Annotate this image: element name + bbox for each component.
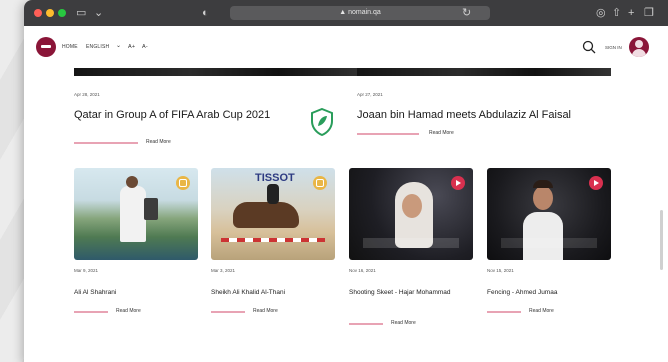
site-header: HOME ENGLISH ⌄ A+ A- SIGN IN [24,26,668,68]
athlete-face [533,186,553,210]
read-more-accent [349,323,383,325]
font-increase-button[interactable]: A+ [128,44,135,50]
card-date: Nov 16, 2021 [349,268,376,273]
play-icon[interactable] [589,176,603,190]
card-date: Mar 3, 2021 [211,268,236,273]
featured-date: Apr 28, 2021 [74,92,100,97]
font-decrease-button[interactable]: A- [142,44,148,50]
privacy-shield-icon[interactable]: ◐ [202,7,209,19]
card-image[interactable] [74,168,198,260]
read-more-link[interactable]: Read More [253,308,278,314]
tab-overview-icon[interactable]: ❐ [644,7,654,19]
horse-figure [233,202,299,228]
reload-icon[interactable]: ↻ [462,7,471,19]
featured-image-right[interactable] [357,68,611,76]
video-caption-bar [501,238,597,248]
search-icon[interactable] [581,39,597,55]
athlete-head [126,176,138,188]
download-icon[interactable]: ◎ [596,7,606,19]
featured-date: Apr 27, 2021 [357,92,383,97]
card-image[interactable]: TISSOT [211,168,335,260]
read-more-accent [357,133,419,135]
read-more-accent [74,311,108,313]
share-icon[interactable]: ⇧ [612,7,621,19]
read-more-link[interactable]: Read More [529,308,554,314]
read-more-link[interactable]: Read More [146,139,171,145]
sign-in-link[interactable]: SIGN IN [605,45,622,50]
athlete-figure [120,186,146,242]
user-avatar[interactable] [629,37,649,57]
read-more-link[interactable]: Read More [116,308,141,314]
card-title[interactable]: Sheikh Ali Khalid Al-Thani [211,288,335,298]
gallery-icon [313,176,327,190]
browser-toolbar: ▭ ⌄ ◐ ▲ nomain.qa ↻ ◎ ⇧ + ❐ [24,0,668,26]
sponsor-sign: TISSOT [255,172,295,184]
chevron-down-icon[interactable]: ⌄ [94,7,103,19]
trophy [144,198,158,220]
sidebar-toggle-icon[interactable]: ▭ [76,7,86,19]
read-more-accent [211,311,245,313]
card-title[interactable]: Ali Al Shahrani [74,288,198,298]
close-window-button[interactable] [34,9,42,17]
read-more-accent [74,142,138,144]
language-selector[interactable]: ENGLISH [86,44,109,50]
athlete-figure [523,212,563,260]
nav-home[interactable]: HOME [62,44,78,50]
card-title[interactable]: Shooting Skeet - Hajar Mohammad [349,288,459,298]
video-caption-bar [363,238,459,248]
rider-figure [267,184,279,204]
read-more-link[interactable]: Read More [391,320,416,326]
read-more-link[interactable]: Read More [429,130,454,136]
card-title[interactable]: Fencing - Ahmed Jumaa [487,288,611,298]
athlete-hair [533,180,553,188]
address-bar[interactable]: ▲ nomain.qa [230,6,490,20]
address-text: ▲ nomain.qa [339,9,381,16]
read-more-accent [487,311,521,313]
athlete-face [402,194,422,218]
jump-pole [221,238,325,242]
card-image[interactable] [349,168,473,260]
card-date: Mar 9, 2021 [74,268,99,273]
shield-logo-icon [311,108,333,136]
play-icon[interactable] [451,176,465,190]
card-date: Nov 15, 2021 [487,268,514,273]
featured-headline[interactable]: Qatar in Group A of FIFA Arab Cup 2021 [74,109,270,121]
featured-headline[interactable]: Joaan bin Hamad meets Abdulaziz Al Faisa… [357,109,571,121]
page-scrollbar[interactable] [660,210,663,270]
site-logo[interactable] [36,37,56,57]
minimize-window-button[interactable] [46,9,54,17]
browser-window: ▭ ⌄ ◐ ▲ nomain.qa ↻ ◎ ⇧ + ❐ HOME ENGLISH… [24,0,668,362]
new-tab-icon[interactable]: + [628,7,634,19]
gallery-icon [176,176,190,190]
chevron-down-icon[interactable]: ⌄ [116,42,121,49]
featured-image-left[interactable] [74,68,366,76]
maximize-window-button[interactable] [58,9,66,17]
card-image[interactable] [487,168,611,260]
